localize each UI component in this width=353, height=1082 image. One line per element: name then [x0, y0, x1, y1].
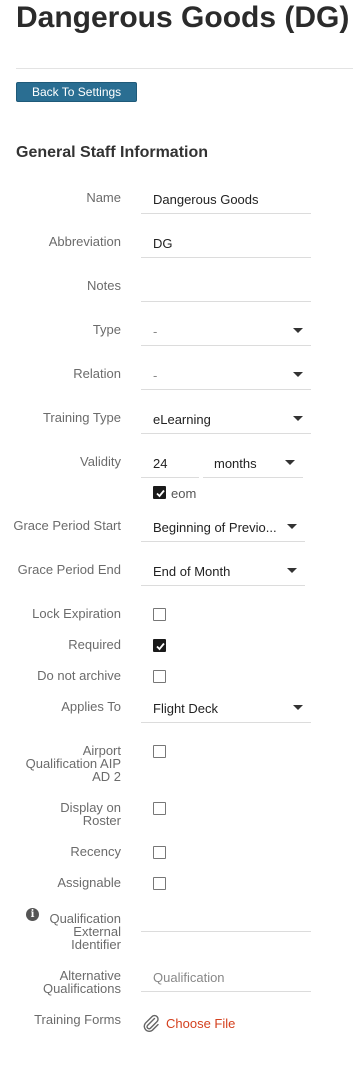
training-type-value: eLearning — [153, 412, 211, 427]
section-title: General Staff Information — [16, 144, 209, 161]
training-type-select[interactable]: eLearning — [141, 404, 311, 434]
eom-checkbox[interactable] — [153, 486, 166, 499]
relation-label: Relation — [73, 366, 121, 381]
caret-down-icon — [293, 328, 303, 333]
recency-checkbox[interactable] — [153, 846, 166, 859]
do-not-archive-label: Do not archive — [37, 668, 121, 683]
lock-expiration-checkbox[interactable] — [153, 608, 166, 621]
alternative-qualifications-input[interactable]: Qualification — [141, 962, 311, 992]
validity-label: Validity — [80, 454, 121, 469]
type-select[interactable]: - — [141, 316, 311, 346]
grace-period-end-value: End of Month — [153, 564, 231, 579]
grace-period-end-label: Grace Period End — [17, 562, 121, 577]
abbreviation-label: Abbreviation — [48, 234, 121, 249]
applies-to-value: Flight Deck — [153, 701, 219, 716]
assignable-label: Assignable — [57, 875, 121, 890]
abbreviation-field[interactable]: DG — [141, 228, 311, 258]
eom-label: eom — [171, 486, 197, 501]
validity-number: 24 — [153, 456, 168, 471]
applies-to-label: Applies To — [61, 699, 121, 714]
training-type-label: Training Type — [42, 410, 121, 425]
name-value: Dangerous Goods — [153, 192, 259, 207]
airport-qualification-label: Airport Qualification AIP AD 2 — [25, 743, 121, 784]
grace-period-end-select[interactable]: End of Month — [141, 556, 305, 586]
external-identifier-field[interactable] — [141, 902, 311, 932]
caret-down-icon — [285, 460, 295, 465]
name-field[interactable]: Dangerous Goods — [141, 184, 311, 214]
validity-unit: months — [214, 456, 257, 471]
validity-number-input[interactable]: 24 — [141, 448, 199, 478]
type-value: - — [153, 324, 158, 339]
caret-down-icon — [293, 372, 303, 377]
required-label: Required — [68, 637, 121, 652]
assignable-checkbox[interactable] — [153, 877, 166, 890]
recency-label: Recency — [70, 844, 121, 859]
required-checkbox[interactable] — [153, 639, 166, 652]
page-title: Dangerous Goods (DG) — [16, 1, 350, 34]
checkmark-icon — [156, 489, 165, 498]
do-not-archive-checkbox[interactable] — [153, 670, 166, 683]
applies-to-select[interactable]: Flight Deck — [141, 693, 311, 723]
type-label: Type — [92, 322, 121, 337]
caret-down-icon — [293, 416, 303, 421]
training-forms-label: Training Forms — [34, 1012, 121, 1027]
lock-expiration-label: Lock Expiration — [32, 606, 121, 621]
grace-period-start-select[interactable]: Beginning of Previo... — [141, 512, 305, 542]
alternative-qualifications-placeholder: Qualification — [153, 970, 225, 985]
caret-down-icon — [287, 568, 297, 573]
display-on-roster-checkbox[interactable] — [153, 802, 166, 815]
caret-down-icon — [287, 524, 297, 529]
checkmark-icon — [156, 642, 165, 651]
validity-unit-select[interactable]: months — [203, 448, 303, 478]
airport-qualification-checkbox[interactable] — [153, 745, 166, 758]
relation-value: - — [153, 368, 158, 383]
paperclip-icon[interactable] — [141, 1013, 161, 1033]
relation-select[interactable]: - — [141, 360, 311, 390]
name-label: Name — [86, 190, 121, 205]
grace-period-start-value: Beginning of Previo... — [153, 520, 277, 535]
back-to-settings-button[interactable]: Back To Settings — [16, 82, 138, 102]
abbreviation-value: DG — [153, 236, 173, 251]
notes-label: Notes — [87, 278, 121, 293]
alternative-qualifications-label: Alternative Qualifications — [42, 968, 121, 996]
info-icon[interactable]: i — [26, 908, 39, 921]
grace-period-start-label: Grace Period Start — [13, 518, 121, 533]
choose-file-link[interactable]: Choose File — [166, 1016, 235, 1031]
notes-field[interactable] — [141, 272, 311, 302]
title-divider — [16, 68, 353, 69]
display-on-roster-label: Display on Roster — [60, 800, 121, 828]
external-identifier-label: Qualification External Identifier — [49, 911, 121, 952]
caret-down-icon — [293, 705, 303, 710]
